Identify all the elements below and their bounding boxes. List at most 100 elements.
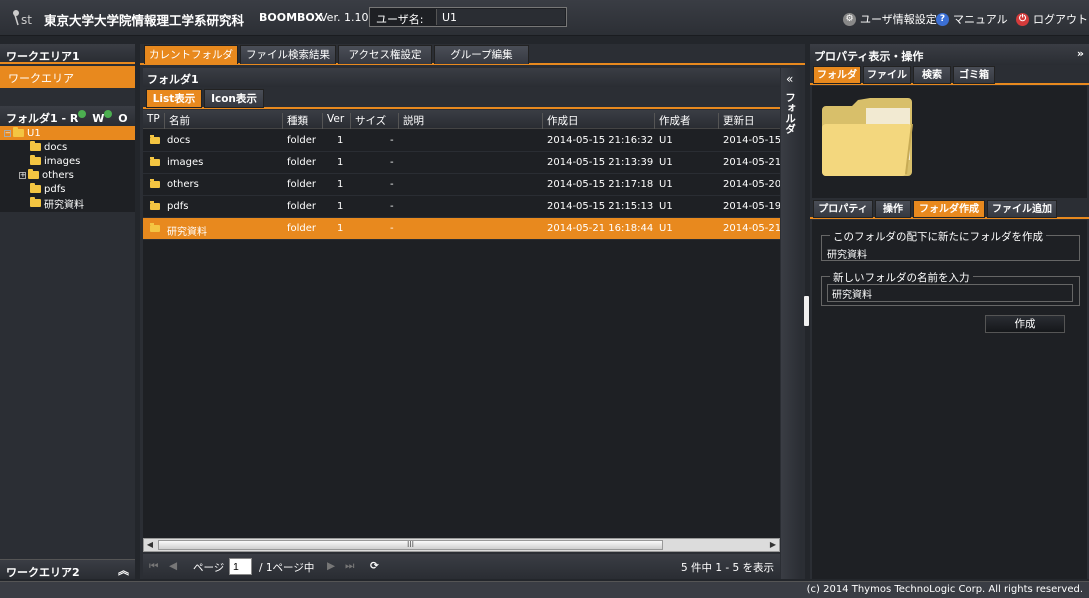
column-header[interactable]: 更新日 — [719, 113, 780, 129]
cell-created: 2014-05-15 21:15:13 — [547, 201, 653, 212]
tab-create-folder[interactable]: フォルダ作成 — [913, 200, 985, 218]
action-tab-bar: プロパティ 操作 フォルダ作成 ファイル追加 — [810, 199, 1089, 219]
manual-link[interactable]: ? マニュアル — [936, 11, 1008, 27]
folder-name-input[interactable] — [827, 284, 1073, 302]
scroll-right-icon[interactable]: ▶ — [767, 539, 779, 551]
tree-node-docs[interactable]: docs — [30, 140, 67, 154]
cell-ver: 1 — [337, 135, 344, 146]
tab-properties[interactable]: プロパティ — [813, 200, 873, 218]
info-legend: このフォルダの配下に新たにフォルダを作成 — [830, 229, 1046, 244]
tab-access-rights[interactable]: アクセス権設定 — [338, 45, 432, 64]
app-name: BOOMBOX — [259, 11, 323, 24]
tree-node-others[interactable]: + others — [19, 168, 74, 182]
expand-icon[interactable]: + — [19, 171, 26, 179]
table-row[interactable]: 研究資料 folder 1 - 2014-05-21 16:18:44 U1 2014-05… — [143, 218, 780, 240]
right-panel-header: プロパティ表示・操作 » — [810, 44, 1089, 65]
refresh-icon[interactable]: ⟳ — [370, 560, 379, 572]
scroll-left-icon[interactable]: ◀ — [144, 539, 156, 551]
parent-folder-value: 研究資料 — [827, 250, 867, 261]
column-header[interactable]: 名前 — [165, 113, 283, 129]
collapse-icon[interactable]: − — [4, 129, 11, 137]
logout-link[interactable]: ⏻ ログアウト — [1016, 11, 1088, 27]
create-folder-form: このフォルダの配下に新たにフォルダを作成 研究資料 新しいフォルダの名前を入力 … — [812, 220, 1087, 579]
user-value-box: U1 — [436, 9, 565, 25]
cell-desc: - — [390, 179, 394, 190]
tree-node-pdfs[interactable]: pdfs — [30, 182, 65, 196]
user-label: ユーザ名: — [376, 13, 424, 26]
column-header[interactable]: 種類 — [283, 113, 323, 129]
cell-created: 2014-05-15 21:13:39 — [547, 157, 653, 168]
column-header[interactable]: 作成日 — [543, 113, 655, 129]
folder-icon — [150, 179, 160, 188]
column-header[interactable]: サイズ — [351, 113, 399, 129]
cell-updated: 2014-05-19 2 — [723, 201, 780, 212]
cell-updated: 2014-05-20 2 — [723, 179, 780, 190]
create-button[interactable]: 作成 — [985, 315, 1065, 333]
version-text: Ver. 1.10 — [320, 11, 369, 24]
cell-ver: 1 — [337, 157, 344, 168]
panel-splitter[interactable] — [804, 296, 809, 326]
table-row[interactable]: pdfs folder 1 - 2014-05-15 21:15:13 U1 2014-05… — [143, 196, 780, 218]
scroll-grip: III — [406, 540, 415, 549]
folder-side-collapse[interactable]: « フォルダ — [781, 68, 802, 579]
page-summary: 5 件中 1 - 5 を表示 — [680, 562, 774, 574]
footer: (c) 2014 Thymos TechnoLogic Corp. All ri… — [0, 581, 1089, 598]
app-header: st 東京大学大学院情報理工学系研究科 BOOMBOX Ver. 1.10 ユー… — [0, 0, 1089, 36]
tab-operations[interactable]: 操作 — [875, 200, 911, 218]
user-settings-link[interactable]: ⚙ ユーザ情報設定 — [843, 11, 937, 27]
column-header[interactable]: 説明 — [399, 113, 543, 129]
tree-node-images[interactable]: images — [30, 154, 80, 168]
prev-page-icon[interactable]: ◀ — [169, 560, 177, 572]
tree-node-research[interactable]: 研究資料 — [30, 196, 84, 211]
tab-search[interactable]: 検索 — [913, 66, 951, 84]
first-page-icon[interactable]: ⏮ — [149, 560, 158, 573]
next-page-icon[interactable]: ▶ — [327, 560, 335, 572]
cell-desc: - — [390, 201, 394, 212]
folder-icon — [13, 127, 24, 137]
cell-ver: 1 — [337, 201, 344, 212]
folder-icon — [30, 141, 41, 151]
tab-icon-view[interactable]: Icon表示 — [204, 89, 264, 108]
tab-search-results[interactable]: ファイル検索結果 — [240, 45, 336, 64]
tree-node-label: 研究資料 — [44, 199, 84, 211]
tab-file[interactable]: ファイル — [863, 66, 911, 84]
tree-node-root[interactable]: − U1 — [0, 126, 135, 140]
folder-preview — [812, 86, 1087, 198]
tab-folder[interactable]: フォルダ — [813, 66, 861, 84]
name-fieldset: 新しいフォルダの名前を入力 — [821, 270, 1080, 306]
tab-current-folder[interactable]: カレントフォルダ — [144, 45, 238, 64]
table-row[interactable]: docs folder 1 - 2014-05-15 21:16:32 U1 2014-05… — [143, 130, 780, 152]
tab-group-edit[interactable]: グループ編集 — [434, 45, 529, 64]
double-chevron-right-icon[interactable]: » — [1077, 47, 1084, 60]
scrollbar-thumb[interactable]: III — [158, 540, 663, 550]
tree-node-label: others — [42, 169, 74, 181]
table-row[interactable]: images folder 1 - 2014-05-15 21:13:39 U1 2014-… — [143, 152, 780, 174]
table-row[interactable]: others folder 1 - 2014-05-15 21:17:18 U1 2014-… — [143, 174, 780, 196]
double-chevron-left-icon[interactable]: « — [786, 72, 793, 86]
folder-tree: − U1 docs images + others pdfs 研究資料 — [0, 126, 135, 212]
cell-creator: U1 — [659, 135, 673, 146]
folder-icon — [150, 223, 160, 232]
tab-list-view[interactable]: List表示 — [146, 89, 202, 108]
right-panel-title: プロパティ表示・操作 — [814, 50, 924, 63]
copyright: (c) 2014 Thymos TechnoLogic Corp. All ri… — [806, 584, 1083, 595]
last-page-icon[interactable]: ⏭ — [345, 560, 354, 573]
cell-created: 2014-05-15 21:17:18 — [547, 179, 653, 190]
side-label: フォルダ — [784, 92, 796, 134]
cell-ver: 1 — [337, 223, 344, 234]
tab-trash[interactable]: ゴミ箱 — [953, 66, 995, 84]
column-header[interactable]: TP — [143, 113, 165, 129]
column-header[interactable]: 作成者 — [655, 113, 719, 129]
tab-add-file[interactable]: ファイル追加 — [987, 200, 1057, 218]
collapse-up-icon[interactable]: ︽ — [118, 562, 129, 578]
workarea2-header[interactable]: ワークエリア2 ︽ — [0, 559, 135, 579]
cell-creator: U1 — [659, 179, 673, 190]
folder-title: フォルダ1 — [143, 68, 780, 87]
svg-text:st: st — [21, 13, 32, 27]
page-number-input[interactable] — [229, 558, 252, 575]
horizontal-scrollbar[interactable]: ◀ III ▶ — [143, 538, 780, 552]
workarea-item[interactable]: ワークエリア — [0, 66, 135, 88]
user-field: ユーザ名: U1 — [369, 7, 567, 27]
user-value: U1 — [442, 11, 458, 24]
column-header[interactable]: Ver — [323, 113, 351, 129]
